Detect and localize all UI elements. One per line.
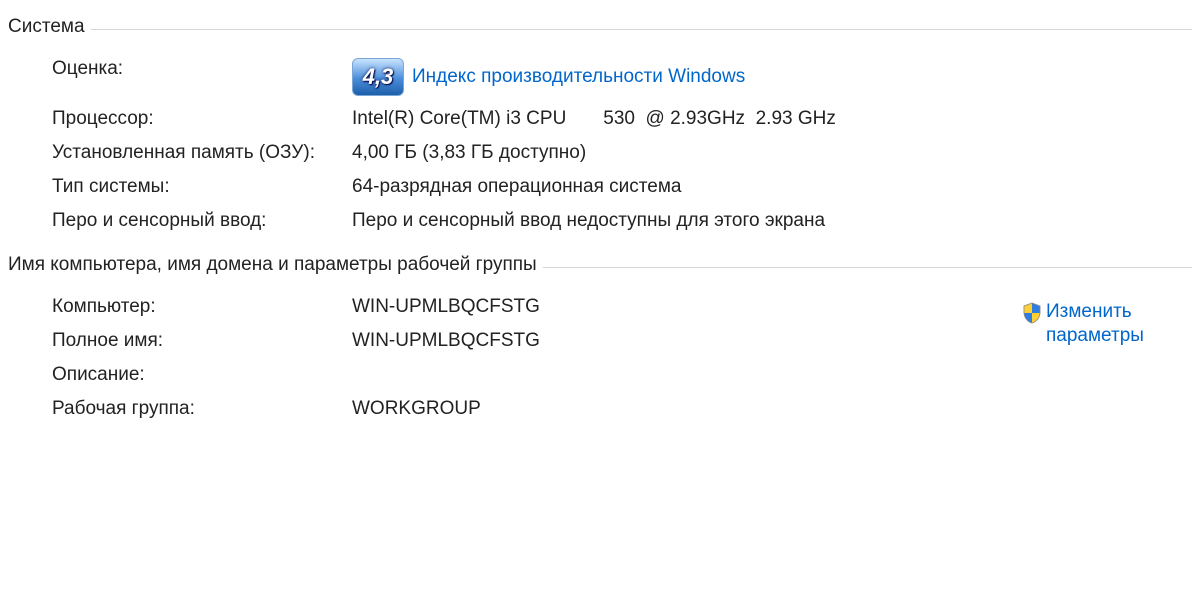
ram-label: Установленная память (ОЗУ): [52,142,352,164]
row-rating: Оценка: 4,3 Индекс производительности Wi… [52,52,1184,102]
group-system-body: Оценка: 4,3 Индекс производительности Wi… [8,38,1192,242]
workgroup-value: WORKGROUP [352,398,1184,420]
group-computer-legend: Имя компьютера, имя домена и параметры р… [8,254,543,276]
group-system-divider [8,29,1192,30]
uac-shield-icon [1022,302,1042,324]
workgroup-label: Рабочая группа: [52,398,352,420]
wei-score-badge: 4,3 [352,58,404,96]
system-type-label: Тип системы: [52,176,352,198]
change-settings-area: Изменить параметры [1022,300,1182,348]
row-processor: Процессор: Intel(R) Core(TM) i3 CPU 530 … [52,102,1184,136]
rating-wrap: 4,3 Индекс производительности Windows [352,58,1184,96]
row-workgroup: Рабочая группа: WORKGROUP [52,392,1184,426]
system-type-value: 64-разрядная операционная система [352,176,1184,198]
group-computer: Имя компьютера, имя домена и параметры р… [8,254,1192,430]
row-description: Описание: [52,358,1184,392]
processor-label: Процессор: [52,108,352,130]
change-settings-text: Изменить параметры [1046,300,1182,348]
row-pen-touch: Перо и сенсорный ввод: Перо и сенсорный … [52,204,1184,238]
full-name-label: Полное имя: [52,330,352,352]
wei-link[interactable]: Индекс производительности Windows [412,66,745,88]
group-system: Система Оценка: 4,3 Индекс производитель… [8,16,1192,242]
group-system-legend: Система [8,16,91,38]
group-computer-body: Компьютер: WIN-UPMLBQCFSTG Полное имя: W… [8,276,1192,430]
rating-label: Оценка: [52,58,352,80]
row-full-name: Полное имя: WIN-UPMLBQCFSTG [52,324,1184,358]
pen-touch-label: Перо и сенсорный ввод: [52,210,352,232]
computer-name-label: Компьютер: [52,296,352,318]
ram-value: 4,00 ГБ (3,83 ГБ доступно) [352,142,1184,164]
pen-touch-value: Перо и сенсорный ввод недоступны для это… [352,210,1184,232]
system-properties-panel: Система Оценка: 4,3 Индекс производитель… [0,0,1200,454]
rating-value: 4,3 Индекс производительности Windows [352,58,1184,96]
row-system-type: Тип системы: 64-разрядная операционная с… [52,170,1184,204]
row-computer-name: Компьютер: WIN-UPMLBQCFSTG [52,290,1184,324]
description-label: Описание: [52,364,352,386]
change-settings-link[interactable]: Изменить параметры [1022,300,1182,348]
processor-value: Intel(R) Core(TM) i3 CPU 530 @ 2.93GHz 2… [352,108,1184,130]
row-ram: Установленная память (ОЗУ): 4,00 ГБ (3,8… [52,136,1184,170]
